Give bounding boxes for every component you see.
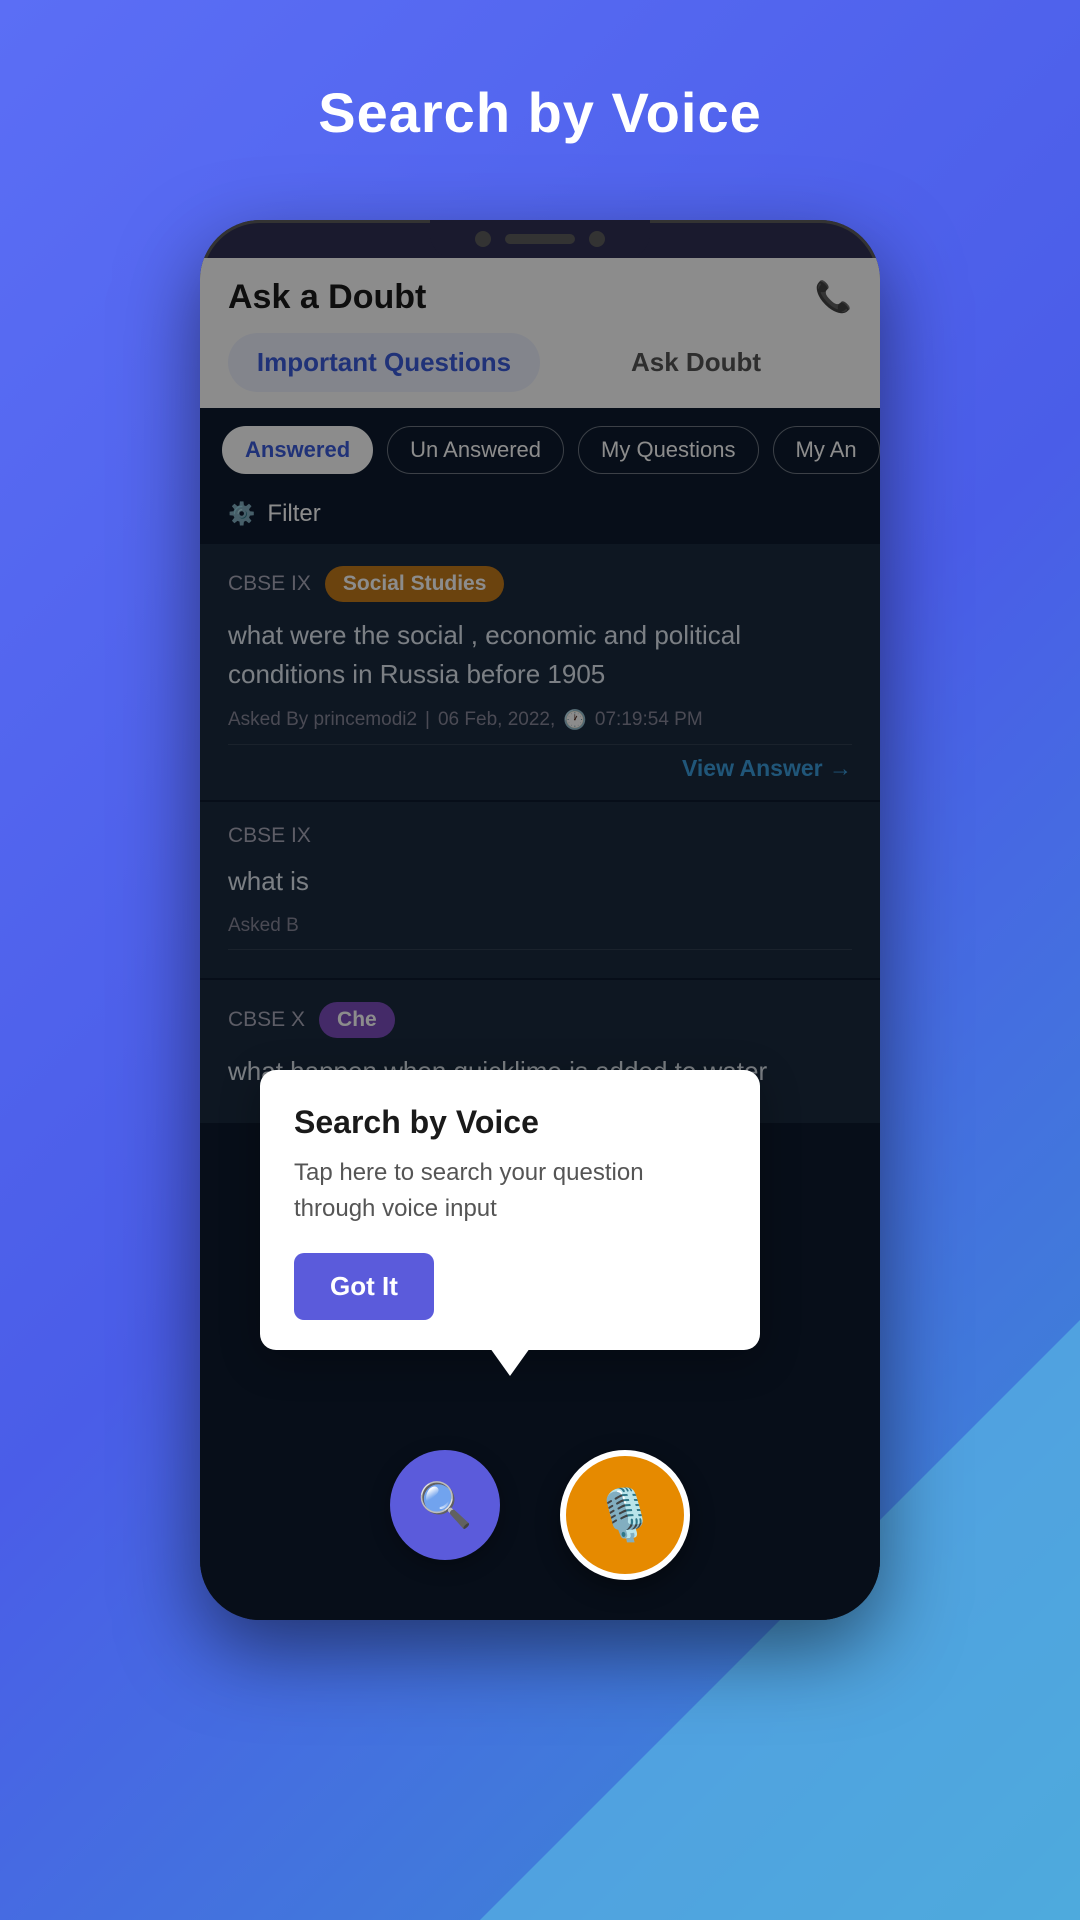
search-icon: 🔍 xyxy=(418,1479,473,1531)
tooltip-description: Tap here to search your question through… xyxy=(294,1155,726,1227)
front-sensor xyxy=(589,231,605,247)
bottom-action-buttons: 🔍 🎙️ xyxy=(200,1450,880,1580)
microphone-icon: 🎙️ xyxy=(594,1486,656,1545)
phone-frame: Ask a Doubt 📞 Important Questions Ask Do… xyxy=(200,220,880,1620)
search-button[interactable]: 🔍 xyxy=(390,1450,500,1560)
tooltip-title: Search by Voice xyxy=(294,1104,726,1141)
tooltip-popup: Search by Voice Tap here to search your … xyxy=(260,1070,760,1350)
front-camera xyxy=(475,231,491,247)
phone-screen: Ask a Doubt 📞 Important Questions Ask Do… xyxy=(200,258,880,1620)
voice-search-button[interactable]: 🎙️ xyxy=(560,1450,690,1580)
speaker-grill xyxy=(505,234,575,244)
page-title: Search by Voice xyxy=(0,80,1080,145)
got-it-button[interactable]: Got It xyxy=(294,1253,434,1320)
modal-overlay xyxy=(200,258,880,1620)
phone-notch xyxy=(430,220,650,258)
